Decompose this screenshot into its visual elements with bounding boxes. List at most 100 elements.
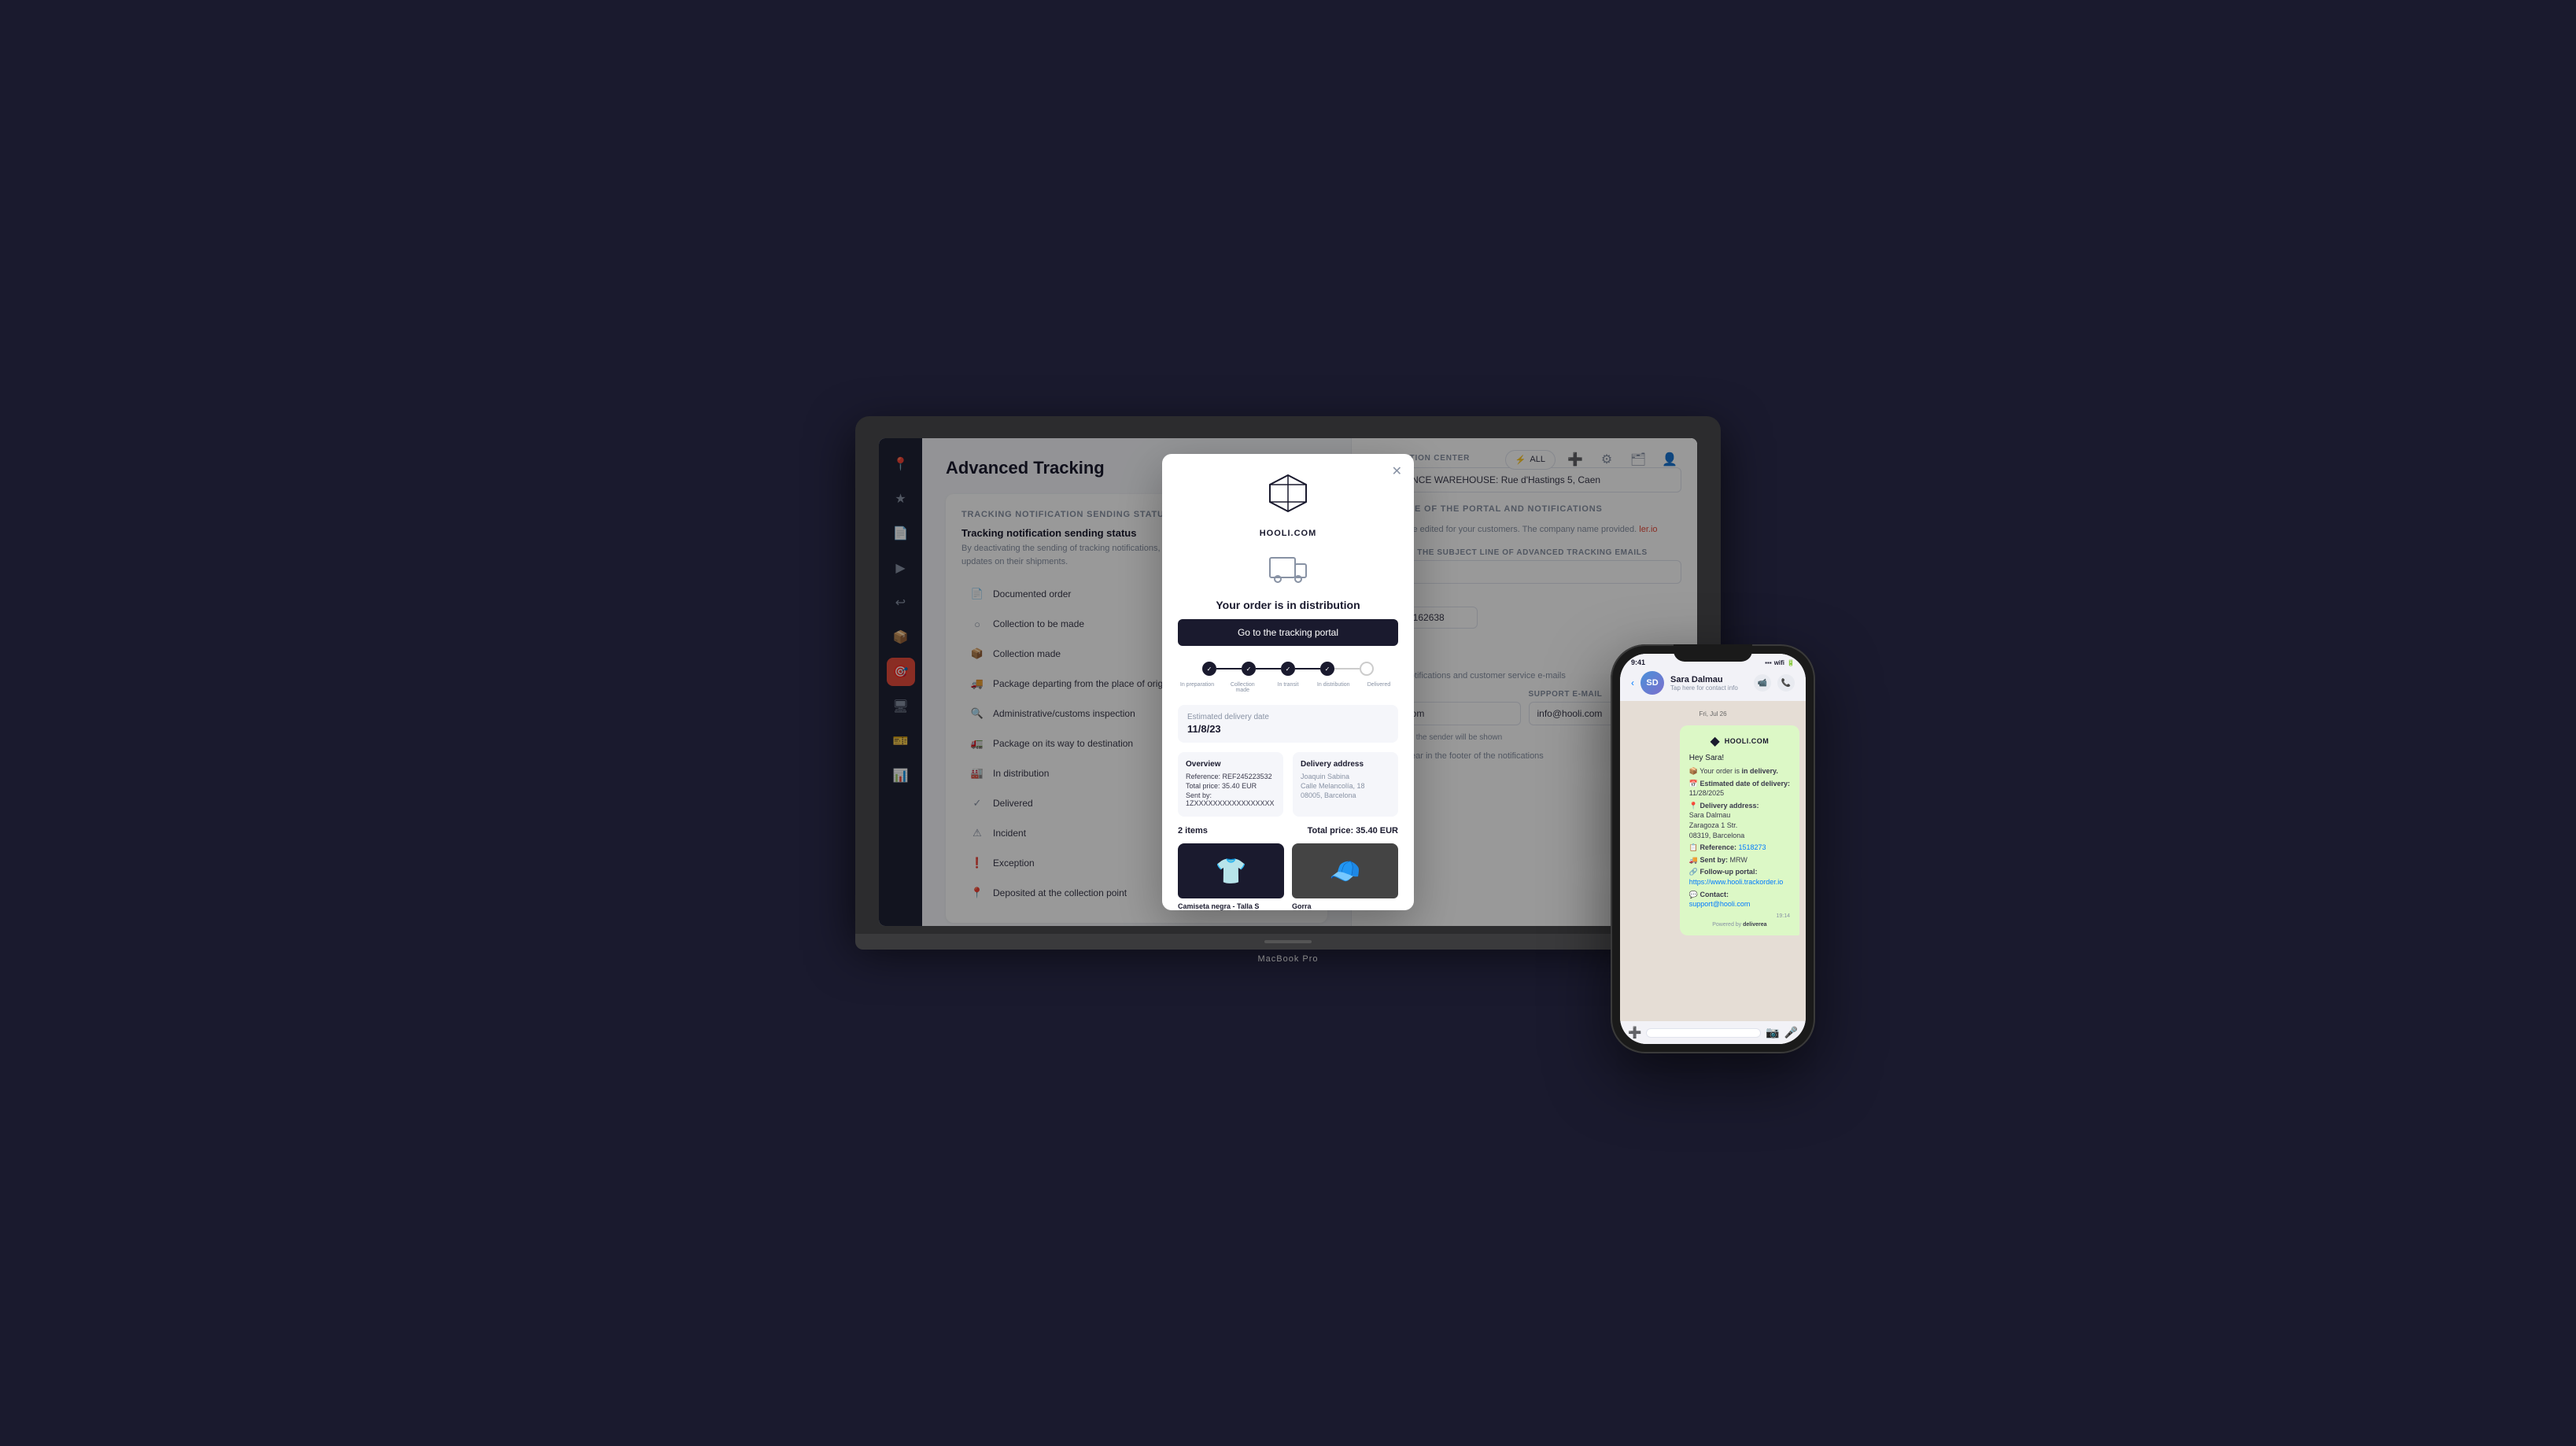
overview-title: Overview: [1186, 760, 1275, 769]
iphone-wrapper: 9:41 ▪▪▪ wifi 🔋 ‹ SD Sara Dalmau: [1611, 644, 1815, 1053]
camera-icon[interactable]: 📷: [1766, 1026, 1779, 1039]
bubble-delivery-name: Sara Dalmau: [1689, 811, 1731, 819]
progress-steps: ✓ ✓ ✓ ✓: [1178, 662, 1398, 676]
step-label-distribution: In distribution: [1316, 682, 1351, 693]
iphone-contact-info: Sara Dalmau Tap here for contact info: [1670, 675, 1747, 692]
item-card-hat: 🧢 Gorra 9799987 Price: 10.30 EUR: [1292, 843, 1398, 910]
iphone-message-bubble: ◆ HOOLI.COM Hey Sara! 📦 Your order is in…: [1680, 725, 1799, 935]
bubble-sent-by: 🚚 Sent by: MRW: [1689, 855, 1790, 865]
step-line-2: [1256, 668, 1281, 670]
estimated-delivery-box: Estimated delivery date 11/8/23: [1178, 705, 1398, 743]
step-in-distribution: ✓: [1320, 662, 1334, 676]
bubble-delivery-street: Zaragoza 1 Str.: [1689, 821, 1738, 829]
step-delivered: [1360, 662, 1374, 676]
iphone-call-header: ‹ SD Sara Dalmau Tap here for contact in…: [1620, 668, 1806, 701]
bubble-brand-name: HOOLI.COM: [1725, 737, 1770, 745]
step-label-delivered: Delivered: [1361, 682, 1397, 693]
tracking-modal: ✕ HOOLI.COM: [1162, 454, 1414, 910]
iphone-contact-sub: Tap here for contact info: [1670, 684, 1747, 692]
iphone-input-bar: ➕ 📷 🎤: [1620, 1021, 1806, 1044]
modal-close-button[interactable]: ✕: [1392, 463, 1402, 479]
bubble-reference: 📋 Reference: 1518273: [1689, 843, 1790, 853]
bubble-delivery-address: 📍 Delivery address: Sara Dalmau Zaragoza…: [1689, 801, 1790, 840]
bubble-status-value: in delivery.: [1742, 767, 1778, 775]
iphone-contact-name: Sara Dalmau: [1670, 675, 1747, 684]
bubble-time: 19:14: [1689, 913, 1790, 919]
step-line-1: [1216, 668, 1242, 670]
iphone-screen: 9:41 ▪▪▪ wifi 🔋 ‹ SD Sara Dalmau: [1620, 654, 1806, 1044]
items-count: 2 items: [1178, 826, 1208, 836]
iphone-avatar: SD: [1640, 671, 1664, 695]
bubble-delivery-label: Delivery address:: [1699, 802, 1759, 810]
modal-overlay: ✕ HOOLI.COM: [879, 438, 1697, 926]
iphone-video-button[interactable]: 📹: [1754, 674, 1771, 692]
iphone-status-right: ▪▪▪ wifi 🔋: [1765, 659, 1795, 666]
bubble-sent-value: MRW: [1729, 856, 1747, 864]
macbook-feet: [1264, 940, 1312, 943]
bubble-contact-label: Contact:: [1699, 891, 1729, 898]
bubble-ref-label: Reference:: [1699, 843, 1736, 851]
bubble-sent-label: Sent by:: [1699, 856, 1728, 864]
delivery-address-box: Delivery address Joaquin Sabina Calle Me…: [1293, 752, 1398, 817]
overview-grid: Overview Reference: REF245223532 Total p…: [1178, 752, 1398, 817]
bubble-est-value: 11/28/2025: [1689, 789, 1724, 797]
reference-label: Reference:: [1186, 773, 1220, 780]
delivery-address-title: Delivery address: [1301, 760, 1390, 769]
bubble-est-delivery: 📅 Estimated date of delivery: 11/28/2025: [1689, 779, 1790, 799]
reference-value: REF245223532: [1223, 773, 1272, 780]
bubble-portal-url[interactable]: https://www.hooli.trackorder.io: [1689, 878, 1784, 886]
overview-total: Total price: 35.40 EUR: [1186, 782, 1275, 790]
step-label-collection: Collection made: [1225, 682, 1260, 693]
item-name-tshirt: Camiseta negra - Talla S: [1178, 902, 1284, 910]
bubble-delivery-city: 08319, Barcelona: [1689, 832, 1745, 839]
iphone-phone-button[interactable]: 📞: [1777, 674, 1795, 692]
bubble-greeting: Hey Sara!: [1689, 754, 1790, 762]
items-grid: 👕 Camiseta negra - Talla S 8786987 Price…: [1178, 843, 1398, 910]
overview-reference: Reference: REF245223532: [1186, 773, 1275, 780]
sent-by-value: 1ZXXXXXXXXXXXXXXXXX: [1186, 799, 1275, 807]
est-delivery-date: 11/8/23: [1187, 723, 1389, 735]
bubble-contact: 💬 Contact: support@hooli.com: [1689, 890, 1790, 909]
bubble-portal: 🔗 Follow-up portal: https://www.hooli.tr…: [1689, 867, 1790, 887]
total-label: Total price:: [1186, 782, 1220, 790]
bubble-status: 📦 Your order is in delivery.: [1689, 766, 1790, 776]
bubble-diamond-icon: ◆: [1710, 733, 1719, 749]
iphone-back-button[interactable]: ‹: [1631, 677, 1634, 688]
battery-icon: 🔋: [1787, 659, 1795, 666]
macbook-label: MacBook Pro: [855, 950, 1721, 968]
address-name: Joaquin Sabina: [1301, 773, 1390, 780]
item-card-tshirt: 👕 Camiseta negra - Talla S 8786987 Price…: [1178, 843, 1284, 910]
bubble-brand-row: ◆ HOOLI.COM: [1689, 733, 1790, 749]
iphone-notch: [1674, 644, 1752, 662]
tracking-portal-button[interactable]: Go to the tracking portal: [1178, 619, 1398, 646]
modal-delivery-icon: [1178, 550, 1398, 592]
modal-brand: HOOLI.COM: [1178, 529, 1398, 538]
iphone-body: 9:41 ▪▪▪ wifi 🔋 ‹ SD Sara Dalmau: [1611, 644, 1815, 1053]
bubble-status-label: Your order is: [1699, 767, 1740, 775]
bubble-contact-email[interactable]: support@hooli.com: [1689, 900, 1751, 908]
total-value: 35.40 EUR: [1222, 782, 1257, 790]
signal-icon: ▪▪▪: [1765, 659, 1772, 666]
modal-logo: [1178, 474, 1398, 517]
est-delivery-label: Estimated delivery date: [1187, 713, 1389, 721]
address-street: Calle Melancolía, 18: [1301, 782, 1390, 790]
sent-by-label: Sent by:: [1186, 791, 1212, 799]
iphone-date-sep: Fri, Jul 26: [1626, 710, 1799, 717]
iphone-input-box[interactable]: [1646, 1028, 1761, 1038]
item-img-tshirt: 👕: [1178, 843, 1284, 898]
iphone-call-actions: 📹 📞: [1754, 674, 1795, 692]
mic-icon[interactable]: 🎤: [1784, 1026, 1798, 1039]
bubble-ref-value[interactable]: 1518273: [1739, 843, 1766, 851]
plus-icon[interactable]: ➕: [1628, 1026, 1641, 1039]
address-city: 08005, Barcelona: [1301, 791, 1390, 799]
overview-box: Overview Reference: REF245223532 Total p…: [1178, 752, 1283, 817]
step-in-preparation: ✓: [1202, 662, 1216, 676]
bubble-portal-label: Follow-up portal:: [1699, 868, 1757, 876]
steps-labels: In preparation Collection made In transi…: [1178, 682, 1398, 693]
step-line-4: [1334, 668, 1360, 670]
overview-sent-by: Sent by: 1ZXXXXXXXXXXXXXXXXX: [1186, 791, 1275, 807]
bubble-footer: Powered by deliverea: [1689, 922, 1790, 928]
bubble-est-label: Estimated date of delivery:: [1699, 780, 1790, 788]
step-in-transit: ✓: [1281, 662, 1295, 676]
diamond-logo-icon: [1268, 474, 1308, 513]
